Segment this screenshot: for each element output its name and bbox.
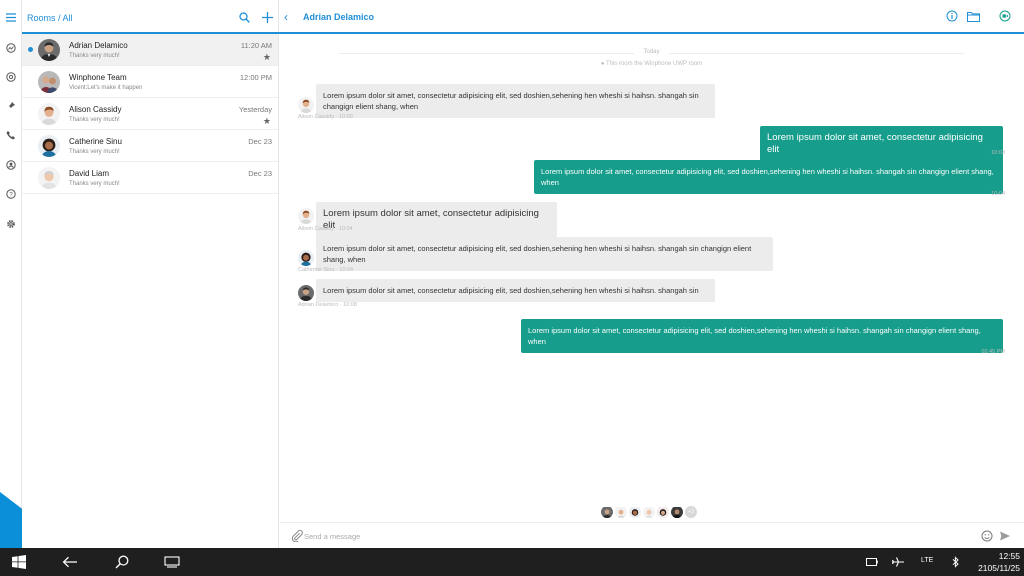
avatar <box>629 506 641 518</box>
avatar <box>38 135 60 157</box>
windows-start-icon[interactable] <box>11 555 27 569</box>
mentions-icon[interactable] <box>4 70 18 84</box>
rooms-panel: Rooms / All Adrian Delamico Thanks very … <box>22 0 279 548</box>
back-icon[interactable]: ‹ <box>284 10 288 24</box>
app-window: ? Rooms / All Adrian Delamico Thanks ver… <box>0 0 1024 548</box>
message-bubble[interactable]: Lorem ipsum dolor sit amet, consectetur … <box>316 237 773 271</box>
star-icon[interactable]: ★ <box>263 52 271 63</box>
add-icon[interactable] <box>260 10 274 24</box>
message-meta: 10:04 <box>991 191 1005 197</box>
unread-dot <box>28 47 33 52</box>
message-bubble[interactable]: Lorem ipsum dolor sit amet, consectetur … <box>316 202 557 238</box>
divider <box>669 53 964 54</box>
menu-icon[interactable] <box>4 10 18 24</box>
search-icon[interactable] <box>237 10 251 24</box>
attach-icon[interactable] <box>291 529 303 543</box>
room-time: Yesterday <box>238 105 272 114</box>
message-bubble[interactable]: Lorem ipsum dolor sit amet, consectetur … <box>316 84 715 118</box>
pin-icon[interactable] <box>4 99 18 113</box>
message-composer <box>279 522 1024 548</box>
taskbar: LTE 12:55 2105/11/25 <box>0 548 1024 576</box>
avatar <box>38 167 60 189</box>
brand-accent <box>0 492 22 548</box>
battery-icon[interactable] <box>864 555 880 569</box>
message-meta: 10:03 <box>991 150 1005 156</box>
message-bubble[interactable]: Lorem ipsum dolor sit amet, consectetur … <box>760 126 1003 162</box>
avatar <box>38 103 60 125</box>
clock-time: 12:55 <box>998 551 1020 561</box>
room-name: Adrian Delamico <box>69 41 128 50</box>
message-meta: Catherine Sinu · 10:04 <box>298 267 354 273</box>
room-time: Dec 23 <box>248 169 272 178</box>
room-preview: Thanks very much! <box>69 117 120 123</box>
rooms-title[interactable]: Rooms / All <box>27 13 73 23</box>
system-message: ● This room the Winphone UWP room <box>279 61 1024 67</box>
chat-title: Adrian Delamico <box>303 12 375 22</box>
contacts-icon[interactable] <box>4 158 18 172</box>
room-name: Alison Cassidy <box>69 105 122 114</box>
room-item-david-liam[interactable]: David Liam Thanks very much! Dec 23 <box>22 162 278 194</box>
room-time: Dec 23 <box>248 137 272 146</box>
message-bubble[interactable]: Lorem ipsum dolor sit amet, consectetur … <box>521 319 1003 353</box>
room-name: David Liam <box>69 169 110 178</box>
avatar <box>298 285 314 301</box>
more-readers-badge[interactable]: +3 <box>685 506 697 518</box>
message-bubble[interactable]: Lorem ipsum dolor sit amet, consectetur … <box>534 160 1003 194</box>
avatar <box>601 506 613 518</box>
star-icon[interactable]: ★ <box>263 116 271 127</box>
message-meta: Alison Cassidy · 10:00 <box>298 114 353 120</box>
room-time: 12:00 PM <box>239 73 272 82</box>
day-label: Today <box>643 49 660 55</box>
room-name: Winphone Team <box>69 73 127 82</box>
search-icon[interactable] <box>114 555 130 569</box>
avatar <box>643 506 655 518</box>
message-meta: Adrian Delamico · 10:08 <box>298 302 358 308</box>
message-meta: 02:45 PM <box>981 349 1005 355</box>
help-icon[interactable]: ? <box>4 187 18 201</box>
avatar <box>615 506 627 518</box>
settings-icon[interactable] <box>4 217 18 231</box>
airplane-icon[interactable] <box>890 555 906 569</box>
chat-panel: ‹ Adrian Delamico Today ● This room the … <box>279 0 1024 548</box>
room-item-alison-cassidy[interactable]: Alison Cassidy Thanks very much! Yesterd… <box>22 98 278 130</box>
room-item-winphone-team[interactable]: Winphone Team Vicent:Let's make it happe… <box>22 66 278 98</box>
room-preview: Thanks very much! <box>69 53 120 59</box>
system-message-text: This room the Winphone UWP room <box>605 61 703 67</box>
message-bubble[interactable]: Lorem ipsum dolor sit amet, consectetur … <box>316 279 715 302</box>
avatar <box>298 97 314 113</box>
read-receipts[interactable]: +3 <box>601 506 697 518</box>
video-call-icon[interactable] <box>998 9 1012 23</box>
info-icon[interactable] <box>945 9 959 23</box>
avatar <box>298 208 314 224</box>
room-preview: Thanks very much! <box>69 149 120 155</box>
avatar <box>38 39 60 61</box>
chat-header: ‹ Adrian Delamico <box>279 0 1024 34</box>
avatar <box>38 71 60 93</box>
phone-icon[interactable] <box>4 128 18 142</box>
user-icon: ● <box>600 61 605 67</box>
back-arrow-icon[interactable] <box>62 555 78 569</box>
lte-label[interactable]: LTE <box>921 557 933 564</box>
message-input[interactable] <box>304 529 954 543</box>
rooms-header: Rooms / All <box>22 0 279 34</box>
system-clock[interactable]: 12:55 2105/11/25 <box>978 550 1020 574</box>
task-view-icon[interactable] <box>164 555 180 569</box>
room-preview: Thanks very much! <box>69 181 120 187</box>
room-preview: Vicent:Let's make it happen <box>69 85 143 91</box>
room-time: 11:20 AM <box>240 41 272 50</box>
room-name: Catherine Sinu <box>69 137 122 146</box>
clock-date: 2105/11/25 <box>978 563 1020 573</box>
avatar <box>298 250 314 266</box>
room-item-catherine-sinu[interactable]: Catherine Sinu Thanks very much! Dec 23 <box>22 130 278 162</box>
folder-icon[interactable] <box>966 9 980 23</box>
send-icon[interactable] <box>999 529 1011 541</box>
avatar <box>671 506 683 518</box>
rooms-icon[interactable] <box>4 41 18 55</box>
message-meta: Alison Cassidy · 10:04 <box>298 226 353 232</box>
nav-rail: ? <box>0 0 22 548</box>
avatar <box>657 506 669 518</box>
room-item-adrian-delamico[interactable]: Adrian Delamico Thanks very much! 11:20 … <box>22 34 278 66</box>
emoji-icon[interactable] <box>981 529 993 542</box>
bluetooth-icon[interactable] <box>948 555 964 569</box>
